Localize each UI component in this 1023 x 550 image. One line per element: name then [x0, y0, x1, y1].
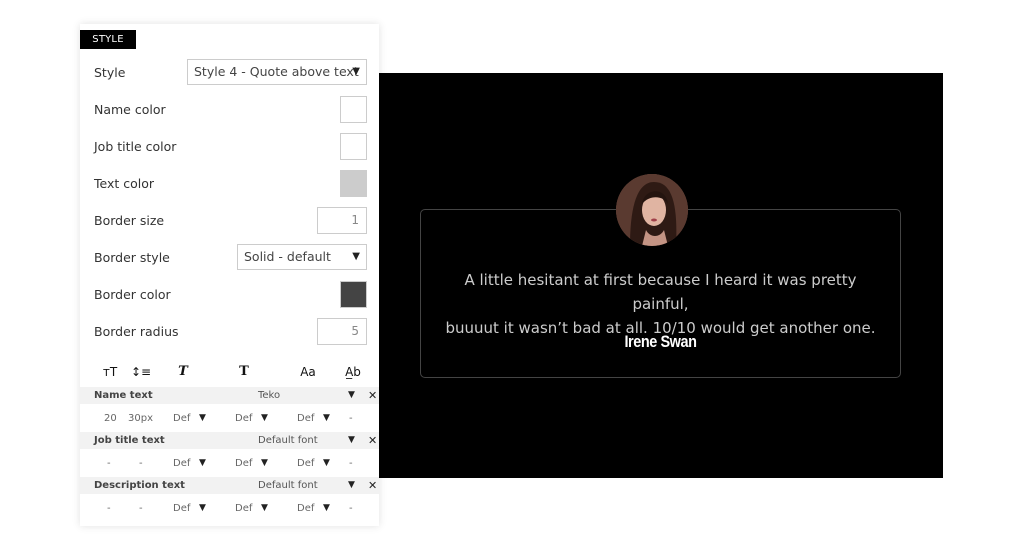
- spacing-value[interactable]: -: [349, 410, 353, 427]
- border-size-input[interactable]: 1: [317, 207, 367, 234]
- border-radius-label: Border radius: [94, 324, 179, 339]
- case-value[interactable]: Def: [297, 410, 314, 427]
- chevron-down-icon[interactable]: ▼: [261, 455, 268, 472]
- border-style-row: Border style Solid - default ▼: [94, 244, 367, 272]
- italic-value[interactable]: Def: [173, 500, 190, 517]
- font-section-header: Description text Default font ▼ ✕: [80, 477, 379, 494]
- chevron-down-icon[interactable]: ▼: [323, 500, 330, 517]
- job-title-color-row: Job title color: [94, 133, 367, 161]
- border-size-row: Border size 1: [94, 207, 367, 235]
- line-height-value[interactable]: 30px: [128, 410, 153, 427]
- style-select-value: Style 4 - Quote above text: [194, 64, 359, 79]
- close-icon[interactable]: ✕: [368, 432, 377, 449]
- weight-value[interactable]: Def: [235, 410, 252, 427]
- text-color-swatch[interactable]: [340, 170, 367, 197]
- font-section-values: 20 30px Def ▼ Def ▼ Def ▼ -: [80, 410, 379, 427]
- testimonial-quote: A little hesitant at first because I hea…: [441, 268, 880, 340]
- name-color-swatch[interactable]: [340, 96, 367, 123]
- testimonial-preview: A little hesitant at first because I hea…: [370, 73, 943, 478]
- font-size-icon: тT: [102, 365, 118, 379]
- style-label: Style: [94, 65, 126, 80]
- border-color-row: Border color: [94, 281, 367, 309]
- border-style-select-value: Solid - default: [244, 249, 331, 264]
- typography-toolbar: тT ↕≡ T T Aa A̲b: [94, 362, 367, 382]
- chevron-down-icon[interactable]: ▼: [261, 410, 268, 427]
- border-color-label: Border color: [94, 287, 171, 302]
- border-color-swatch[interactable]: [340, 281, 367, 308]
- border-radius-input[interactable]: 5: [317, 318, 367, 345]
- chevron-down-icon[interactable]: ▼: [348, 432, 355, 449]
- tab-style[interactable]: STYLE: [80, 30, 136, 49]
- close-icon[interactable]: ✕: [368, 387, 377, 404]
- border-radius-row: Border radius 5: [94, 318, 367, 346]
- style-select[interactable]: Style 4 - Quote above text ▼: [187, 59, 367, 85]
- font-size-value[interactable]: -: [107, 455, 111, 472]
- line-height-value[interactable]: -: [139, 455, 143, 472]
- chevron-down-icon[interactable]: ▼: [348, 387, 355, 404]
- job-title-color-swatch[interactable]: [340, 133, 367, 160]
- border-style-select[interactable]: Solid - default ▼: [237, 244, 367, 270]
- font-family-select[interactable]: Default font: [258, 477, 318, 494]
- weight-value[interactable]: Def: [235, 500, 252, 517]
- avatar-portrait-icon: [616, 174, 688, 246]
- weight-value[interactable]: Def: [235, 455, 252, 472]
- spacing-value[interactable]: -: [349, 455, 353, 472]
- chevron-down-icon[interactable]: ▼: [348, 477, 355, 494]
- text-color-label: Text color: [94, 176, 155, 191]
- font-section-title: Job title text: [94, 435, 165, 446]
- italic-value[interactable]: Def: [173, 410, 190, 427]
- text-case-icon: Aa: [300, 365, 316, 379]
- chevron-down-icon: ▼: [352, 66, 360, 77]
- font-section-header: Name text Teko ▼ ✕: [80, 387, 379, 404]
- bold-icon: T: [239, 364, 249, 379]
- spacing-value[interactable]: -: [349, 500, 353, 517]
- chevron-down-icon[interactable]: ▼: [261, 500, 268, 517]
- border-style-label: Border style: [94, 250, 170, 265]
- line-height-icon: ↕≡: [130, 365, 152, 379]
- chevron-down-icon: ▼: [352, 251, 360, 262]
- style-panel: STYLE Style Style 4 - Quote above text ▼…: [80, 24, 379, 526]
- close-icon[interactable]: ✕: [368, 477, 377, 494]
- font-family-select[interactable]: Default font: [258, 432, 318, 449]
- italic-value[interactable]: Def: [173, 455, 190, 472]
- text-color-row: Text color: [94, 170, 367, 198]
- style-row: Style Style 4 - Quote above text ▼: [94, 59, 367, 87]
- testimonial-name: Irene Swan: [624, 332, 697, 351]
- italic-icon: T: [178, 364, 188, 379]
- avatar: [616, 174, 688, 246]
- font-section-title: Name text: [94, 390, 153, 401]
- border-size-label: Border size: [94, 213, 165, 228]
- chevron-down-icon[interactable]: ▼: [199, 410, 206, 427]
- line-height-value[interactable]: -: [139, 500, 143, 517]
- case-value[interactable]: Def: [297, 500, 314, 517]
- name-color-row: Name color: [94, 96, 367, 124]
- chevron-down-icon[interactable]: ▼: [323, 410, 330, 427]
- font-section-header: Job title text Default font ▼ ✕: [80, 432, 379, 449]
- name-color-label: Name color: [94, 102, 166, 117]
- font-section-title: Description text: [94, 480, 185, 491]
- font-family-select[interactable]: Teko: [258, 387, 280, 404]
- font-section-values: - - Def ▼ Def ▼ Def ▼ -: [80, 500, 379, 517]
- font-size-value[interactable]: 20: [104, 410, 117, 427]
- case-value[interactable]: Def: [297, 455, 314, 472]
- font-section-values: - - Def ▼ Def ▼ Def ▼ -: [80, 455, 379, 472]
- chevron-down-icon[interactable]: ▼: [199, 500, 206, 517]
- quote-line-1: A little hesitant at first because I hea…: [464, 271, 857, 313]
- chevron-down-icon[interactable]: ▼: [323, 455, 330, 472]
- chevron-down-icon[interactable]: ▼: [199, 455, 206, 472]
- font-size-value[interactable]: -: [107, 500, 111, 517]
- letter-spacing-icon: A̲b: [345, 365, 361, 379]
- job-title-color-label: Job title color: [94, 139, 177, 154]
